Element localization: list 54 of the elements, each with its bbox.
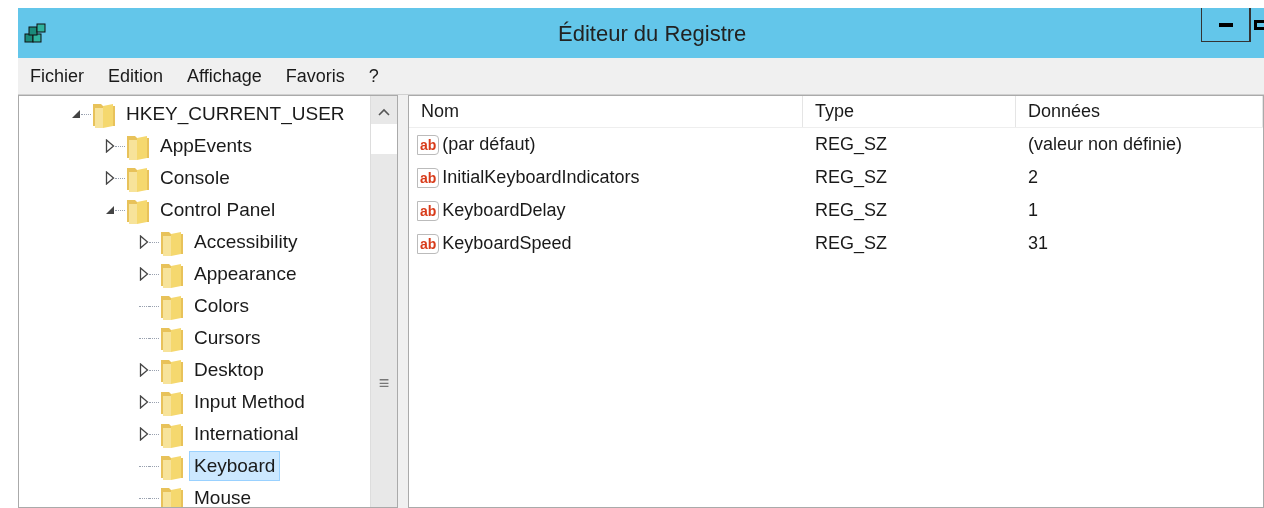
table-cell-text: (par défaut) bbox=[442, 133, 536, 156]
expanded-arrow-icon[interactable] bbox=[71, 109, 81, 119]
table-cell-text: KeyboardSpeed bbox=[442, 232, 572, 255]
menu-item[interactable]: Affichage bbox=[187, 62, 262, 90]
menu-item[interactable]: Favoris bbox=[285, 62, 345, 90]
expanded-arrow-icon[interactable] bbox=[105, 205, 115, 215]
menu-item[interactable]: Edition bbox=[108, 62, 164, 90]
column-header[interactable]: Type bbox=[803, 96, 1016, 127]
table-cell: (valeur non définie) bbox=[1028, 134, 1183, 154]
table-cell: 1 bbox=[1028, 200, 1038, 220]
maximize-button[interactable] bbox=[1250, 8, 1264, 42]
tree-item[interactable]: Mouse bbox=[189, 483, 257, 507]
tree-item[interactable]: International bbox=[189, 419, 304, 449]
tree-item[interactable]: Accessibility bbox=[189, 227, 303, 257]
tree-item[interactable]: Cursors bbox=[189, 323, 266, 353]
table-cell-text: KeyboardDelay bbox=[442, 199, 566, 222]
column-header[interactable]: Données bbox=[1016, 96, 1263, 127]
registry-cubes-icon bbox=[24, 22, 48, 44]
string-value-icon: ab bbox=[417, 134, 440, 155]
collapsed-arrow-icon[interactable] bbox=[139, 267, 149, 281]
menu-item[interactable]: Fichier bbox=[30, 62, 84, 90]
tree-item[interactable]: Appearance bbox=[189, 259, 302, 289]
tree-item[interactable]: Colors bbox=[189, 291, 254, 321]
string-value-icon: ab bbox=[417, 233, 440, 254]
collapsed-arrow-icon[interactable] bbox=[139, 395, 149, 409]
scrollbar[interactable]: ≡ bbox=[370, 96, 397, 507]
scroll-grip[interactable]: ≡ bbox=[378, 374, 390, 392]
table-cell: REG_SZ bbox=[815, 134, 888, 154]
collapsed-arrow-icon[interactable] bbox=[139, 235, 149, 249]
tree-item[interactable]: HKEY_CURRENT_USER bbox=[121, 99, 350, 129]
tree-item[interactable]: Desktop bbox=[189, 355, 269, 385]
minimize-button[interactable] bbox=[1201, 8, 1250, 42]
table-cell: REG_SZ bbox=[815, 233, 888, 253]
table-cell: REG_SZ bbox=[815, 167, 888, 187]
table-cell: 2 bbox=[1028, 167, 1038, 187]
menu-item[interactable]: ? bbox=[368, 62, 379, 90]
string-value-icon: ab bbox=[417, 167, 440, 188]
collapsed-arrow-icon[interactable] bbox=[105, 139, 115, 153]
string-value-icon: ab bbox=[417, 200, 440, 221]
scroll-up-icon[interactable] bbox=[378, 108, 390, 116]
tree-item[interactable]: AppEvents bbox=[155, 131, 257, 161]
column-header[interactable]: Nom bbox=[409, 96, 803, 127]
scroll-thumb[interactable] bbox=[371, 124, 397, 154]
window-title: Éditeur du Registre bbox=[558, 19, 747, 48]
collapsed-arrow-icon[interactable] bbox=[105, 171, 115, 185]
tree-item[interactable]: Console bbox=[155, 163, 235, 193]
tree-item[interactable]: Control Panel bbox=[155, 195, 281, 225]
tree-item[interactable]: Keyboard bbox=[189, 451, 281, 481]
tree-item[interactable]: Input Method bbox=[189, 387, 310, 417]
table-cell: 31 bbox=[1028, 233, 1049, 253]
collapsed-arrow-icon[interactable] bbox=[139, 363, 149, 377]
table-cell-text: InitialKeyboardIndicators bbox=[442, 166, 640, 189]
collapsed-arrow-icon[interactable] bbox=[139, 427, 149, 441]
table-cell: REG_SZ bbox=[815, 200, 888, 220]
